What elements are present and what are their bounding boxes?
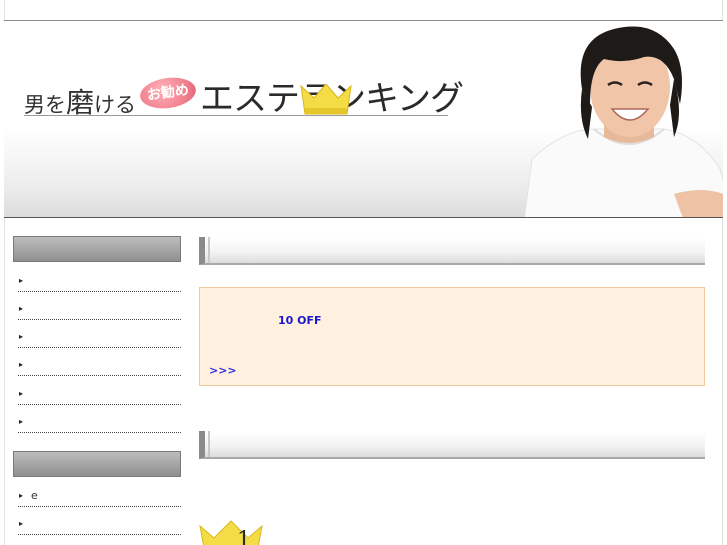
arrow-right-icon: ▸ (19, 304, 24, 313)
arrow-right-icon: ▸ (19, 389, 24, 398)
site-logo[interactable]: 男を磨ける お勧め エステランキング (24, 67, 464, 119)
heading-accent (208, 237, 210, 263)
sidebar-menu1-item[interactable]: ▸ (18, 320, 181, 348)
arrow-right-icon: ▸ (19, 417, 24, 426)
logo-prefix-text-1: 男を (24, 93, 66, 117)
promo-box: 10 OFF >>> (199, 287, 705, 386)
site-header: 男を磨ける お勧め エステランキング (4, 20, 723, 218)
arrow-right-icon: ▸ (19, 276, 24, 285)
header-photo (524, 26, 723, 217)
sidebar-menu1-item[interactable]: ▸ (18, 264, 181, 292)
sidebar-item-label: e (31, 489, 38, 502)
rank-number: 1 (237, 528, 251, 545)
sidebar-menu2-item[interactable]: ▸ (18, 507, 181, 535)
arrow-right-icon: ▸ (19, 360, 24, 369)
sidebar-menu-header-2 (13, 451, 181, 477)
rank-1-crown-icon: 1 (199, 520, 263, 545)
arrow-right-icon: ▸ (19, 519, 24, 528)
sidebar-menu1-item[interactable]: ▸ (18, 377, 181, 405)
heading-accent (208, 431, 210, 457)
logo-prefix-text-2: ける (94, 93, 137, 117)
promo-offer-text: 10 OFF (278, 314, 322, 327)
crown-icon (300, 84, 352, 115)
arrow-right-icon: ▸ (19, 491, 24, 500)
arrow-right-icon: ▸ (19, 332, 24, 341)
sidebar-menu1-item[interactable]: ▸ (18, 292, 181, 320)
section-heading-2 (199, 431, 705, 459)
sidebar-menu2-item[interactable]: ▸ e (18, 479, 181, 507)
recommend-badge: お勧め (138, 74, 198, 112)
sidebar-menu-header-1 (13, 236, 181, 262)
logo-underline (24, 115, 448, 116)
sidebar-menu1-item[interactable]: ▸ (18, 348, 181, 376)
promo-more-link[interactable]: >>> (209, 364, 237, 377)
section-heading-1 (199, 237, 705, 265)
sidebar-menu1-item[interactable]: ▸ (18, 405, 181, 433)
